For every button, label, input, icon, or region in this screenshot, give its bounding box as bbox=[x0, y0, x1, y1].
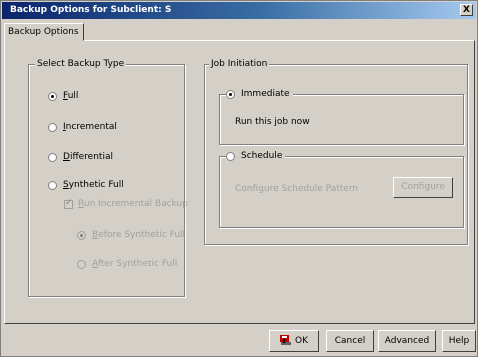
radio-icon bbox=[48, 180, 57, 190]
job-initiation-legend: Job Initiation bbox=[209, 59, 270, 69]
schedule-group: Schedule Configure Schedule Pattern Conf… bbox=[219, 151, 464, 228]
backup-options-dialog: Backup Options for Subclient: S X Backup… bbox=[0, 0, 478, 357]
schedule-radio[interactable]: Schedule bbox=[226, 151, 286, 161]
tab-label: Backup Options bbox=[8, 27, 79, 37]
radio-icon bbox=[77, 259, 86, 269]
immediate-label: Immediate bbox=[241, 89, 290, 99]
tab-backup-options[interactable]: Backup Options bbox=[4, 23, 84, 41]
immediate-group: Immediate Run this job now bbox=[219, 89, 464, 145]
configure-button[interactable]: Configure bbox=[393, 177, 453, 198]
incremental-radio[interactable]: Incremental bbox=[48, 122, 117, 132]
synthetic-full-label: Synthetic Full bbox=[63, 180, 124, 190]
advanced-button[interactable]: Advanced bbox=[378, 330, 436, 352]
configure-schedule-pattern-text: Configure Schedule Pattern bbox=[235, 184, 359, 194]
ok-icon bbox=[280, 335, 291, 345]
ok-label: OK bbox=[295, 336, 308, 346]
incremental-label: Incremental bbox=[63, 122, 117, 132]
radio-icon bbox=[226, 151, 235, 161]
after-synthetic-full-radio[interactable]: After Synthetic Full bbox=[77, 259, 177, 269]
radio-icon bbox=[48, 122, 57, 132]
full-label: Full bbox=[63, 91, 79, 101]
run-incremental-label: Run Incremental Backup bbox=[78, 199, 188, 209]
run-incremental-checkbox[interactable]: Run Incremental Backup bbox=[64, 198, 188, 209]
radio-icon bbox=[48, 152, 57, 162]
synthetic-full-radio[interactable]: Synthetic Full bbox=[48, 180, 124, 190]
schedule-label: Schedule bbox=[241, 151, 283, 161]
select-backup-type-group: Select Backup Type Full Incremental Diff… bbox=[28, 59, 188, 297]
differential-label: Differential bbox=[63, 152, 113, 162]
title-bar: Backup Options for Subclient: S X bbox=[2, 2, 476, 19]
checkbox-checked-icon bbox=[64, 198, 73, 209]
after-synthetic-full-label: After Synthetic Full bbox=[92, 259, 178, 269]
window-title: Backup Options for Subclient: S bbox=[10, 5, 172, 15]
differential-radio[interactable]: Differential bbox=[48, 152, 113, 162]
tab-panel: Select Backup Type Full Incremental Diff… bbox=[4, 40, 475, 324]
radio-checked-icon bbox=[48, 91, 57, 101]
radio-checked-icon bbox=[226, 89, 235, 99]
help-button[interactable]: Help bbox=[442, 330, 476, 352]
immediate-radio[interactable]: Immediate bbox=[226, 89, 293, 99]
before-synthetic-full-label: Before Synthetic Full bbox=[92, 230, 186, 240]
job-initiation-group: Job Initiation Immediate Run this job no… bbox=[204, 59, 468, 245]
before-synthetic-full-radio[interactable]: Before Synthetic Full bbox=[77, 230, 185, 240]
cancel-button[interactable]: Cancel bbox=[326, 330, 374, 352]
radio-checked-icon bbox=[77, 230, 86, 240]
select-backup-type-legend: Select Backup Type bbox=[35, 59, 127, 69]
ok-button[interactable]: OK bbox=[269, 330, 319, 352]
close-button[interactable]: X bbox=[460, 4, 473, 16]
full-radio[interactable]: Full bbox=[48, 91, 78, 101]
run-now-text: Run this job now bbox=[235, 117, 310, 127]
